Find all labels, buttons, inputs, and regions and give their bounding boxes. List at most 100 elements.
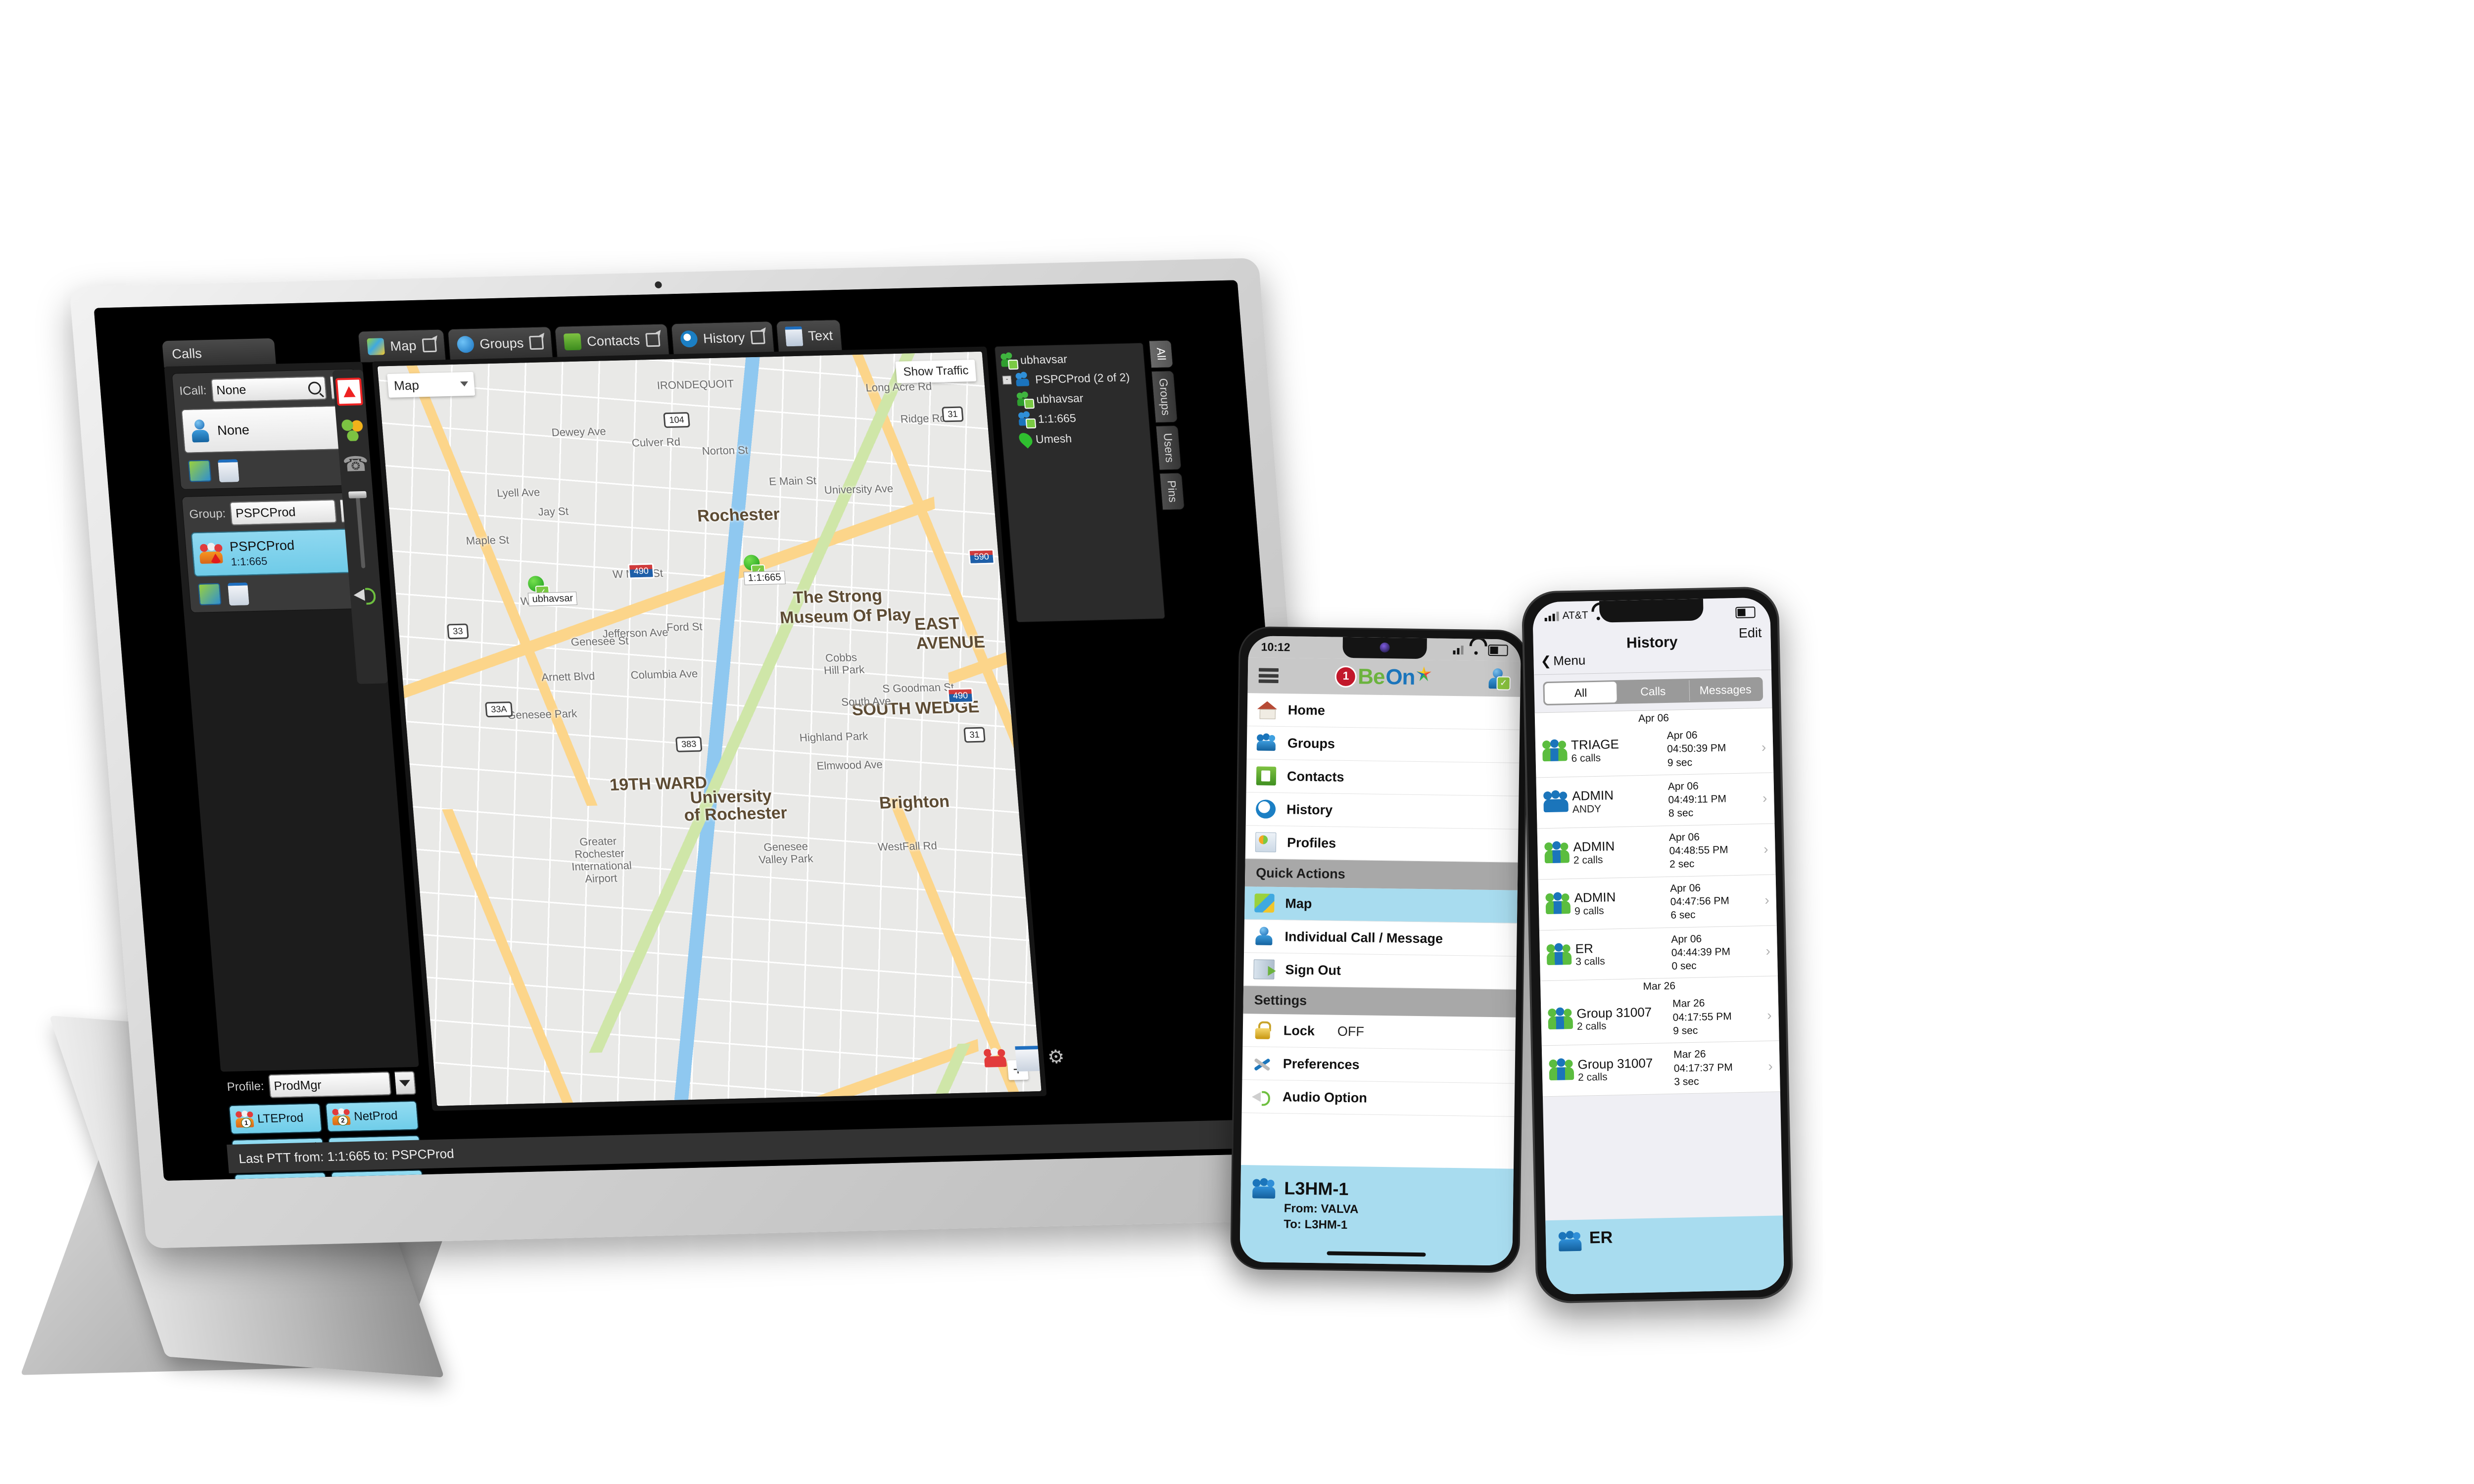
history-row[interactable]: ADMIN 2 calls Apr 06 04:48:55 PM 2 sec ›	[1537, 824, 1776, 880]
battery-icon	[1735, 606, 1756, 618]
logo-text-be: Be	[1357, 664, 1385, 689]
segment-messages[interactable]: Messages	[1689, 679, 1761, 701]
search-icon[interactable]	[307, 381, 322, 395]
popout-icon[interactable]	[645, 332, 661, 347]
end-call-icon[interactable]: ☎	[342, 452, 370, 477]
segment-all[interactable]: All	[1544, 682, 1618, 704]
hamburger-icon[interactable]	[1258, 668, 1279, 683]
history-duration: 8 sec	[1668, 807, 1694, 820]
history-row[interactable]: Group 31007 2 calls Mar 26 04:17:55 PM 9 sec…	[1540, 990, 1779, 1046]
menu-item-map[interactable]: Map	[1244, 886, 1518, 924]
map-list-item[interactable]: ubhavsar	[1003, 390, 1142, 409]
group-alert-icon[interactable]	[983, 1047, 1008, 1070]
iphone-nav-bar: History ❮ Menu Edit	[1533, 624, 1771, 675]
expander-icon[interactable]: -	[1002, 375, 1012, 385]
map-user-marker[interactable]: ✓1:1:665	[740, 555, 786, 585]
notification-badge: 1	[1334, 665, 1357, 688]
history-row[interactable]: Group 31007 2 calls Mar 26 04:17:37 PM 3 sec…	[1541, 1041, 1780, 1097]
menu-item-profiles[interactable]: Profiles	[1245, 826, 1519, 863]
send-text-icon[interactable]	[228, 582, 249, 606]
map-label: University Ave	[823, 482, 894, 497]
tab-contacts[interactable]: Contacts	[554, 324, 669, 358]
map-side-tab-groups[interactable]: Groups	[1151, 370, 1178, 423]
show-traffic-button[interactable]: Show Traffic	[895, 360, 977, 383]
text-icon	[784, 326, 804, 347]
user-icon	[1016, 391, 1035, 409]
group-alert-icon	[198, 543, 224, 566]
tab-calls[interactable]: Calls	[162, 338, 276, 368]
icall-entry[interactable]: None	[181, 405, 356, 454]
tab-map[interactable]: Map	[358, 329, 446, 363]
history-row[interactable]: ADMIN 9 calls Apr 06 04:47:56 PM 6 sec ›	[1538, 875, 1777, 930]
profile-group-button[interactable]: 3Fld_S1	[331, 1169, 425, 1181]
speaker-icon[interactable]	[353, 585, 378, 605]
back-button[interactable]: ❮ Menu	[1540, 652, 1585, 669]
map-list-item[interactable]: ubhavsar	[1000, 350, 1140, 370]
icall-combo-input[interactable]: None	[210, 376, 327, 403]
popout-icon[interactable]	[529, 335, 544, 350]
profile-group-button[interactable]: 2 NetProd	[325, 1100, 419, 1133]
menu-item-preferences[interactable]: Preferences	[1242, 1047, 1516, 1084]
segment-calls[interactable]: Calls	[1617, 680, 1690, 703]
map-label: S Goodman St	[882, 681, 954, 695]
profile-combo-input[interactable]: ProdMgr	[268, 1071, 392, 1099]
user-icon	[1000, 352, 1019, 370]
map-side-tab-pins[interactable]: Pins	[1159, 472, 1185, 510]
locate-on-map-icon[interactable]	[197, 583, 222, 605]
group-combo-input[interactable]: PSPCProd	[230, 499, 337, 526]
iphone-ptt-banner[interactable]: ER	[1545, 1215, 1785, 1295]
menu-item-individual-call-message[interactable]: Individual Call / Message	[1244, 920, 1517, 957]
group-icon: 3	[337, 1177, 356, 1181]
user-checked-icon[interactable]: ✓	[1488, 668, 1511, 691]
gear-icon[interactable]: ⚙	[1047, 1046, 1072, 1069]
map-list-item[interactable]: 1:1:665	[1005, 410, 1144, 429]
locate-on-map-icon[interactable]	[188, 460, 212, 482]
android-phone-device: 10:12 1 Be On ✓ Home Groups Contacts Histor…	[1230, 626, 1536, 1283]
menu-item-home[interactable]: Home	[1247, 693, 1521, 730]
popout-icon[interactable]	[750, 330, 765, 345]
map-list-item[interactable]: Umesh	[1007, 429, 1146, 449]
user-icon	[1018, 411, 1037, 429]
send-text-icon[interactable]	[217, 459, 239, 483]
map-label: Genesee Park	[507, 707, 578, 722]
history-date: Apr 06	[1669, 882, 1701, 894]
history-duration: 2 sec	[1669, 858, 1695, 871]
history-time: 04:49:11 PM	[1668, 793, 1727, 806]
map-side-tab-all[interactable]: All	[1148, 340, 1174, 368]
history-row[interactable]: TRIAGE 6 calls Apr 06 04:50:39 PM 9 sec ›	[1535, 722, 1774, 778]
android-ptt-banner[interactable]: L3HM-1 From: VALVA To: L3HM-1	[1239, 1165, 1514, 1266]
map-side-tab-users[interactable]: Users	[1155, 425, 1182, 470]
tab-groups[interactable]: Groups	[447, 326, 553, 361]
map-list-item[interactable]: - PSPCProd (2 of 2)	[1002, 370, 1141, 387]
history-row[interactable]: ADMIN ANDY Apr 06 04:49:11 PM 8 sec ›	[1536, 773, 1775, 829]
map-user-marker[interactable]: ✓ubhavsar	[524, 575, 578, 606]
map-label: Jay St	[537, 505, 569, 518]
text-message-icon[interactable]	[1015, 1046, 1040, 1072]
group-entry[interactable]: PSPCProd 1:1:665	[190, 528, 366, 577]
home-icon	[1257, 700, 1278, 719]
menu-item-history[interactable]: History	[1245, 792, 1519, 830]
menu-item-audio-option[interactable]: Audio Option	[1241, 1080, 1515, 1117]
scan-cycle-icon[interactable]	[340, 418, 365, 442]
menu-item-sign-out[interactable]: Sign Out	[1243, 953, 1517, 990]
tab-map-label: Map	[389, 338, 417, 354]
profile-group-label: NetProd	[353, 1109, 398, 1124]
chevron-down-icon[interactable]	[394, 1070, 417, 1095]
profile-group-button[interactable]: 1 LTEProd	[228, 1103, 323, 1135]
emergency-button[interactable]	[335, 377, 364, 406]
tab-text[interactable]: Text	[775, 319, 843, 353]
popout-icon[interactable]	[422, 338, 437, 353]
history-row[interactable]: ER 3 calls Apr 06 04:44:39 PM 0 sec ›	[1539, 925, 1778, 981]
menu-item-groups[interactable]: Groups	[1246, 726, 1520, 763]
profile-group-button[interactable]: 3Fld_N1	[234, 1172, 328, 1181]
map-canvas[interactable]: Map Show Traffic + RochesterThe StrongMu…	[377, 351, 1042, 1106]
marker-label: ubhavsar	[527, 592, 578, 606]
map-route-shield: 490	[627, 563, 655, 579]
menu-item-lock[interactable]: Lock OFF	[1242, 1014, 1516, 1051]
map-label: Rochester	[574, 847, 625, 861]
map-view-selector[interactable]: Map	[387, 371, 476, 398]
tab-history[interactable]: History	[670, 321, 774, 355]
volume-slider[interactable]	[355, 494, 366, 568]
menu-item-contacts[interactable]: Contacts	[1246, 759, 1520, 796]
edit-button[interactable]: Edit	[1739, 625, 1762, 641]
